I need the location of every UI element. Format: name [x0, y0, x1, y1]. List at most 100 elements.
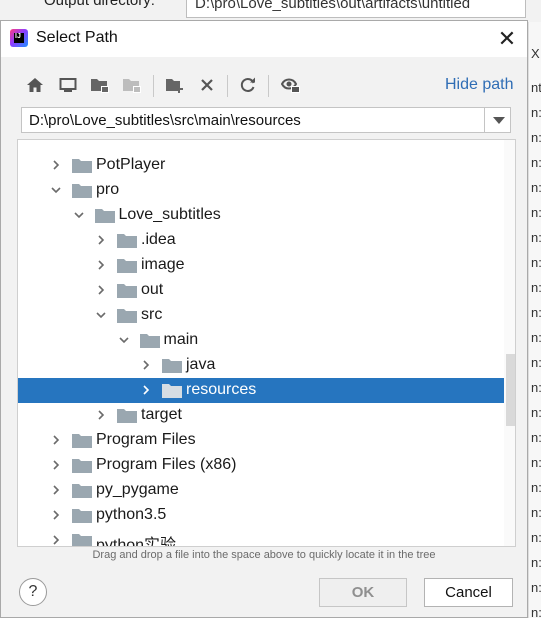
tree-row[interactable]: Love_subtitles [18, 203, 504, 228]
tree-row-label: main [163, 331, 199, 348]
tree-row[interactable]: python实验 [18, 528, 504, 547]
background-text-fragment: n: [531, 180, 541, 195]
background-text-fragment: n: [531, 305, 541, 320]
chevron-right-icon[interactable] [50, 484, 62, 496]
folder-icon [72, 484, 92, 498]
tree-row-label: py_pygame [96, 481, 179, 498]
chevron-right-icon[interactable] [140, 384, 152, 396]
background-text-fragment: n: [531, 430, 541, 445]
background-text-fragment: n: [531, 255, 541, 270]
path-input[interactable] [22, 108, 482, 132]
delete-icon[interactable] [199, 77, 215, 93]
chevron-down-icon[interactable] [50, 184, 62, 196]
folder-icon [117, 259, 137, 273]
tree-row[interactable]: .idea [18, 228, 504, 253]
tree-row-label: pro [96, 181, 120, 198]
ok-button[interactable]: OK [319, 578, 407, 607]
tree-row-label: PotPlayer [96, 156, 166, 173]
tree-row[interactable]: Program Files (x86) [18, 453, 504, 478]
show-hidden-icon[interactable] [281, 76, 301, 94]
refresh-icon[interactable] [239, 76, 257, 94]
tree-row-label: java [186, 356, 216, 373]
drag-drop-hint: Drag and drop a file into the space abov… [92, 549, 436, 561]
dialog-title: Select Path [36, 29, 118, 46]
path-dropdown-button[interactable] [484, 108, 511, 132]
tree-row[interactable]: target [18, 403, 504, 428]
chevron-down-icon[interactable] [95, 309, 107, 321]
tree-row-label: python实验 [96, 537, 177, 547]
tree-row[interactable]: pro [18, 178, 504, 203]
desktop-button[interactable] [56, 73, 80, 97]
tree-row[interactable]: java [18, 353, 504, 378]
tree-row-label: src [141, 306, 163, 323]
tree-row-label: resources [186, 381, 257, 398]
tree-row-label: image [141, 256, 185, 273]
tree-row-label: python3.5 [96, 506, 167, 523]
chevron-right-icon[interactable] [50, 159, 62, 171]
background-text-fragment: n: [531, 530, 541, 545]
toolbar-separator [268, 75, 269, 97]
new-folder-button[interactable] [163, 73, 187, 97]
project-folder-icon[interactable] [90, 77, 110, 93]
chevron-right-icon[interactable] [95, 234, 107, 246]
chevron-right-icon[interactable] [95, 259, 107, 271]
tree-row-label: out [141, 281, 164, 298]
chevron-right-icon[interactable] [50, 509, 62, 521]
tree-row[interactable]: image [18, 253, 504, 278]
tree-row[interactable]: py_pygame [18, 478, 504, 503]
tree-row[interactable]: PotPlayer [18, 153, 504, 178]
tree-row[interactable]: main [18, 328, 504, 353]
folder-icon [117, 284, 137, 298]
chevron-right-icon[interactable] [50, 459, 62, 471]
hide-path-link[interactable]: Hide path [445, 76, 514, 94]
module-button[interactable] [120, 73, 144, 97]
output-directory-label: Output directory: [44, 0, 155, 9]
file-tree[interactable]: python实验 python3.5 py_pygame Program Files … [17, 139, 516, 547]
background-text-fragment: nt [531, 80, 541, 95]
close-icon[interactable]: ✕ [498, 26, 516, 51]
project-button[interactable] [88, 73, 112, 97]
delete-button[interactable] [195, 73, 219, 97]
select-path-dialog: IJ Select Path ✕ Hide path D:\pro\Love_s… [0, 20, 528, 618]
tree-row[interactable]: resources [18, 378, 515, 403]
cancel-button[interactable]: Cancel [424, 578, 513, 607]
tree-scrollbar-track[interactable] [504, 140, 515, 546]
chevron-right-icon[interactable] [95, 409, 107, 421]
chevron-right-icon[interactable] [50, 434, 62, 446]
tree-row[interactable]: python3.5 [18, 503, 504, 528]
chevron-right-icon[interactable] [140, 359, 152, 371]
chevron-right-icon[interactable] [95, 284, 107, 296]
app-icon-text: IJ [15, 33, 21, 40]
background-text-fragment: n: [531, 580, 541, 595]
refresh-button[interactable] [236, 73, 260, 97]
output-directory-field: D:\pro\Love_subtitles\out\artifacts\unti… [186, 0, 526, 18]
background-text-fragment: n: [531, 105, 541, 120]
home-button[interactable] [23, 73, 47, 97]
home-icon[interactable] [26, 77, 44, 93]
chevron-right-icon[interactable] [50, 534, 62, 546]
help-button[interactable]: ? [19, 578, 47, 606]
folder-icon [117, 234, 137, 248]
folder-icon [117, 409, 137, 423]
tree-scrollbar-thumb[interactable] [506, 354, 515, 426]
background-text-fragment: n: [531, 505, 541, 520]
background-text-fragment: n: [531, 355, 541, 370]
tree-row[interactable]: src [18, 303, 504, 328]
show-hidden-button[interactable] [279, 73, 303, 97]
chevron-down-icon[interactable] [118, 334, 130, 346]
path-combobox[interactable] [21, 107, 511, 133]
folder-icon [94, 209, 115, 223]
background-window-header: Output directory: D:\pro\Love_subtitles\… [0, 0, 541, 22]
tree-row[interactable]: Program Files [18, 428, 504, 453]
tree-row[interactable]: out [18, 278, 504, 303]
tree-row-label: target [141, 406, 182, 423]
new-folder-icon[interactable] [165, 77, 185, 93]
close-button[interactable]: ✕ [494, 26, 520, 52]
desktop-icon[interactable] [59, 77, 77, 93]
folder-icon [72, 184, 92, 198]
dialog-titlebar: IJ Select Path ✕ [1, 21, 527, 57]
folder-icon [72, 459, 92, 473]
chevron-down-icon[interactable] [73, 209, 85, 221]
module-folder-icon[interactable] [122, 77, 142, 93]
intellij-app-icon: IJ [10, 29, 28, 47]
